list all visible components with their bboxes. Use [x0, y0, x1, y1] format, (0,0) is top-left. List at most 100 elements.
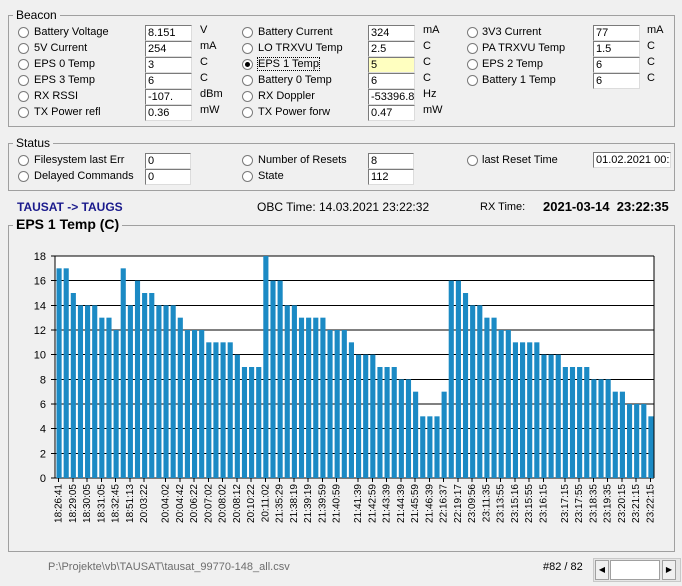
x-tick-label: 21:46:39: [424, 484, 435, 523]
bar: [441, 391, 447, 478]
x-tick-label: 20:11:02: [260, 484, 271, 523]
x-tick-label: 21:40:59: [332, 484, 343, 523]
x-tick-label: 21:43:39: [382, 484, 393, 523]
x-tick-label: 20:07:02: [203, 484, 214, 523]
bar: [434, 416, 440, 478]
y-tick-label: 0: [40, 473, 46, 485]
x-tick-label: 18:29:05: [68, 484, 79, 523]
bar: [498, 330, 504, 478]
bar: [384, 367, 390, 478]
bar: [477, 305, 483, 478]
bar: [199, 330, 205, 478]
bar: [648, 416, 654, 478]
bar: [277, 280, 283, 478]
x-tick-label: 23:09:56: [467, 484, 478, 523]
bar: [92, 305, 98, 478]
bar: [306, 317, 312, 478]
x-tick-label: 18:31:05: [96, 484, 107, 523]
x-tick-label: 20:04:42: [175, 484, 186, 523]
bar: [562, 367, 568, 478]
bar: [213, 342, 219, 478]
bar: [420, 416, 426, 478]
bar: [270, 280, 276, 478]
bar: [56, 268, 62, 478]
bar: [491, 317, 497, 478]
bar: [548, 354, 554, 478]
bar: [298, 317, 305, 478]
x-tick-label: 23:13:55: [496, 484, 507, 523]
bar: [142, 293, 148, 478]
eps1-temp-bar-chart: 02468101214161818:26:41 18:29:05 18:30:05 1…: [34, 251, 657, 523]
bar: [541, 354, 547, 478]
x-tick-label: 18:32:45: [111, 484, 122, 523]
record-scrollbar[interactable]: ◀ ▶: [593, 558, 681, 582]
bar: [405, 379, 412, 478]
x-tick-label: 21:35:29: [275, 484, 286, 523]
scroll-thumb[interactable]: [610, 560, 660, 580]
bar: [220, 342, 226, 478]
bar: [470, 305, 476, 478]
x-tick-label: 23:16:15: [538, 484, 549, 523]
bar: [626, 404, 633, 478]
bar: [156, 305, 162, 478]
x-tick-label: 22:19:17: [453, 484, 464, 523]
bar: [391, 367, 397, 478]
bar: [327, 330, 333, 478]
bar: [484, 317, 490, 478]
x-tick-label: 22:16:37: [439, 484, 450, 523]
x-tick-label: 23:22:15: [645, 484, 656, 523]
x-tick-label: 23:18:35: [588, 484, 599, 523]
bar: [520, 342, 526, 478]
bar: [634, 404, 640, 478]
bar: [577, 367, 583, 478]
bar: [598, 379, 604, 478]
bar: [127, 305, 133, 478]
bar: [377, 367, 383, 478]
bar: [63, 268, 69, 478]
x-tick-label: 21:39:59: [317, 484, 328, 523]
record-counter: #82 / 82: [543, 561, 583, 573]
bar: [113, 330, 119, 478]
x-tick-label: 20:08:02: [218, 484, 229, 523]
file-path: P:\Projekte\vb\TAUSAT\tausat_99770-148_a…: [48, 561, 290, 573]
x-tick-label: 18:51:13: [125, 484, 136, 523]
x-tick-label: 21:41:39: [353, 484, 364, 523]
bar: [206, 342, 212, 478]
bar: [555, 354, 561, 478]
bar: [591, 379, 597, 478]
bar: [149, 293, 155, 478]
x-tick-label: 21:45:59: [410, 484, 421, 523]
bar: [334, 330, 340, 478]
y-tick-label: 6: [40, 399, 46, 411]
bar: [505, 330, 511, 478]
bar: [619, 391, 625, 478]
bar: [106, 317, 112, 478]
scroll-right-button[interactable]: ▶: [662, 560, 676, 580]
bar: [612, 391, 618, 478]
bar: [134, 280, 141, 478]
bar: [163, 305, 169, 478]
x-tick-label: 20:10:22: [246, 484, 257, 523]
bar: [191, 330, 198, 478]
bar: [462, 293, 469, 478]
x-tick-label: 23:11:35: [481, 484, 492, 523]
bar: [263, 256, 269, 478]
scroll-left-button[interactable]: ◀: [595, 560, 609, 580]
bar: [313, 317, 319, 478]
bar: [184, 330, 190, 478]
bar: [448, 280, 454, 478]
x-tick-label: 23:19:35: [603, 484, 614, 523]
x-tick-label: 23:21:15: [631, 484, 642, 523]
bar: [241, 367, 248, 478]
bar: [227, 342, 233, 478]
bar: [584, 367, 590, 478]
bar: [341, 330, 347, 478]
bar: [177, 317, 183, 478]
bar: [512, 342, 519, 478]
y-tick-label: 8: [40, 374, 46, 386]
bar: [527, 342, 533, 478]
bar: [348, 342, 355, 478]
x-tick-label: 20:03:22: [139, 484, 150, 523]
y-tick-label: 16: [34, 276, 46, 288]
x-tick-label: 20:06:22: [189, 484, 200, 523]
